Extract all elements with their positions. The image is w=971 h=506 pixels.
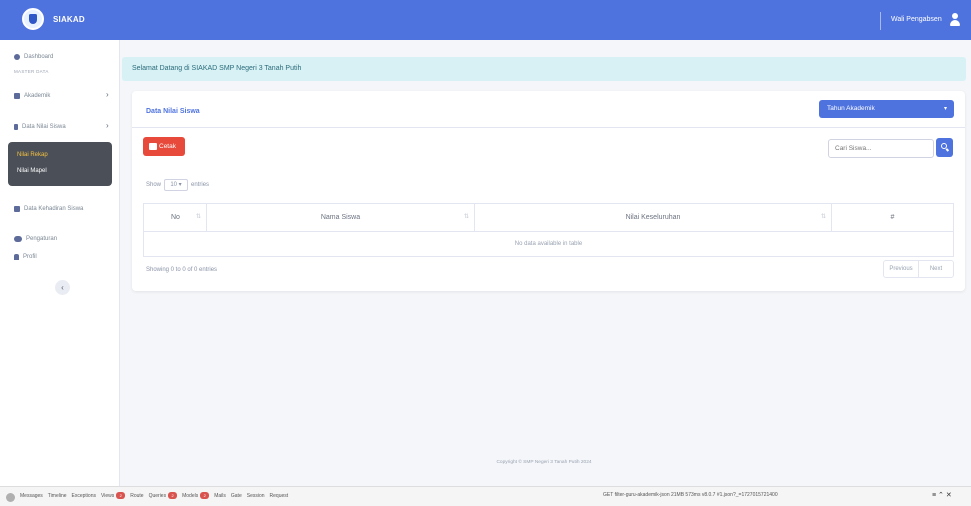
debugbar-tab[interactable]: Mails	[214, 492, 226, 499]
debugbar-tab-label: Gate	[230, 492, 242, 499]
sidebar-item-akademik[interactable]: Akademik	[14, 90, 50, 102]
column-header-nilai[interactable]: Nilai Keseluruhan	[475, 204, 832, 231]
sort-icon: ⇅	[196, 214, 202, 220]
next-button[interactable]: Next	[918, 261, 953, 277]
sidebar-item-label: Pengaturan	[26, 236, 58, 242]
user-icon	[14, 254, 19, 260]
debugbar-tab-label: Messages	[20, 492, 43, 499]
debugbar-tab-label: Route	[130, 492, 144, 499]
entries-length-control: Show 10 ▾ entries	[146, 179, 209, 191]
academic-year-select[interactable]: Tahun Akademik ▾	[819, 100, 954, 118]
empty-table-message: No data available in table	[514, 241, 583, 247]
sidebar-item-label: Profil	[23, 254, 37, 260]
sidebar-item-label: Akademik	[24, 93, 51, 99]
entries-label: entries	[191, 182, 210, 188]
debugbar-tab-label: Mails	[214, 492, 226, 499]
card-title: Data Nilai Siswa	[146, 108, 200, 115]
data-table: No ⇅ Nama Siswa ⇅ Nilai Keseluruhan ⇅ # …	[143, 203, 954, 257]
debugbar-tab[interactable]: Messages	[20, 492, 43, 499]
column-header-nama[interactable]: Nama Siswa	[207, 204, 475, 231]
debugbar-tab-label: Session	[246, 492, 265, 499]
debugbar-tab-label: Exceptions	[71, 492, 96, 499]
debugbar-tab[interactable]: Queries 2	[149, 492, 178, 499]
card-divider	[132, 127, 965, 128]
debugbar-tab[interactable]: Route	[130, 492, 143, 499]
chevron-right-icon: ›	[106, 90, 109, 99]
submenu-nilai-rekap[interactable]: Nilai Rekap	[17, 152, 48, 158]
sidebar-heading: MASTER DATA	[14, 69, 49, 74]
debugbar-count-badge: 2	[168, 492, 178, 499]
debugbar-tab-label: Models	[182, 492, 199, 499]
chevron-down-icon: ›	[106, 121, 109, 130]
sidebar-item-label: Dashboard	[24, 54, 54, 60]
sort-icon: ⇅	[464, 214, 470, 220]
sidebar-item-label: Data Nilai Siswa	[22, 124, 66, 130]
topbar-divider	[880, 12, 881, 30]
debugbar-count-badge: 2	[116, 492, 126, 499]
sidebar-item-kehadiran[interactable]: Data Kehadiran Siswa	[14, 203, 83, 215]
sidebar-item-nilai[interactable]: Data Nilai Siswa	[14, 121, 66, 133]
submenu-nilai-mapel[interactable]: Nilai Mapel	[17, 168, 47, 174]
header-label: #	[890, 214, 895, 221]
debugbar-tab-label: Request	[269, 492, 289, 499]
debugbar-tab-label: Views	[100, 492, 115, 499]
users-icon	[14, 236, 22, 242]
debugbar-tab[interactable]: Views 2	[100, 492, 126, 499]
debugbar-tabs: Messages Timeline Exceptions Views 2 Route Que…	[20, 492, 288, 499]
search-button[interactable]	[936, 138, 953, 157]
column-header-action[interactable]: #	[832, 204, 953, 231]
school-logo-icon	[22, 8, 44, 30]
debugbar-tab[interactable]: Timeline	[48, 492, 67, 499]
print-button[interactable]: Cetak	[143, 137, 185, 156]
previous-button[interactable]: Previous	[884, 261, 918, 277]
header-label: Nama Siswa	[320, 214, 361, 221]
sort-icon: ⇅	[821, 214, 827, 220]
header-label: No	[171, 214, 180, 221]
debugbar-tab[interactable]: Session	[247, 492, 265, 499]
debugbar-count-badge: 2	[200, 492, 210, 499]
print-label: Cetak	[159, 143, 176, 150]
printer-icon	[149, 143, 157, 150]
entries-select[interactable]: 10 ▾	[164, 179, 189, 191]
academic-year-label: Tahun Akademik	[827, 105, 875, 112]
debugbar-controls[interactable]: ≡ ⌃ ✕	[932, 491, 952, 499]
dashboard-icon	[14, 54, 20, 60]
show-label: Show	[146, 182, 162, 188]
debugbar-logo-icon[interactable]	[6, 493, 15, 502]
sidebar-collapse-button[interactable]: ‹	[55, 280, 70, 295]
table-info: Showing 0 to 0 of 0 entries	[146, 267, 218, 273]
debugbar-tab-label: Queries	[148, 492, 167, 499]
search-icon-handle	[945, 148, 950, 152]
chevron-down-icon: ▾	[943, 106, 947, 112]
sidebar-item-pengaturan[interactable]: Pengaturan	[14, 233, 57, 245]
data-card: Data Nilai Siswa Tahun Akademik ▾ Cetak …	[132, 91, 965, 291]
header-label: Nilai Keseluruhan	[625, 214, 681, 221]
nilai-submenu: Nilai Rekap Nilai Mapel	[8, 142, 112, 186]
pagination: Previous Next	[883, 260, 954, 278]
sidebar-item-label: Data Kehadiran Siswa	[24, 206, 84, 212]
book-icon	[14, 124, 18, 130]
debugbar-tab[interactable]: Request	[270, 492, 289, 499]
calendar-icon	[14, 206, 20, 212]
user-name[interactable]: Wali Pengabsen	[891, 16, 942, 23]
entries-value: 10	[170, 182, 178, 188]
debugbar-tab[interactable]: Exceptions	[72, 492, 96, 499]
search-input[interactable]	[828, 139, 934, 158]
debugbar-tab[interactable]: Gate	[231, 492, 242, 499]
brand-name: SIAKAD	[53, 14, 85, 24]
brand[interactable]: SIAKAD	[22, 8, 85, 30]
debugbar-tab[interactable]: Models 2	[182, 492, 210, 499]
footer-copyright: Copyright © SMP Negeri 3 Tanah Putih 202…	[496, 460, 592, 465]
debugbar-tab-label: Timeline	[47, 492, 67, 499]
top-navbar: SIAKAD Wali Pengabsen	[0, 0, 971, 40]
debug-bar: Messages Timeline Exceptions Views 2 Route Que…	[0, 486, 971, 506]
sidebar-item-profil[interactable]: Profil	[14, 251, 37, 263]
debugbar-request-info[interactable]: GET filter-guru-akademik-json 21MB 573ms…	[603, 492, 778, 498]
sidebar-item-dashboard[interactable]: Dashboard	[14, 51, 53, 63]
table-icon	[14, 93, 20, 99]
user-icon[interactable]	[950, 13, 960, 26]
sidebar: Dashboard MASTER DATA Akademik › Data Ni…	[0, 40, 120, 486]
welcome-alert: Selamat Datang di SIAKAD SMP Negeri 3 Ta…	[122, 57, 966, 81]
